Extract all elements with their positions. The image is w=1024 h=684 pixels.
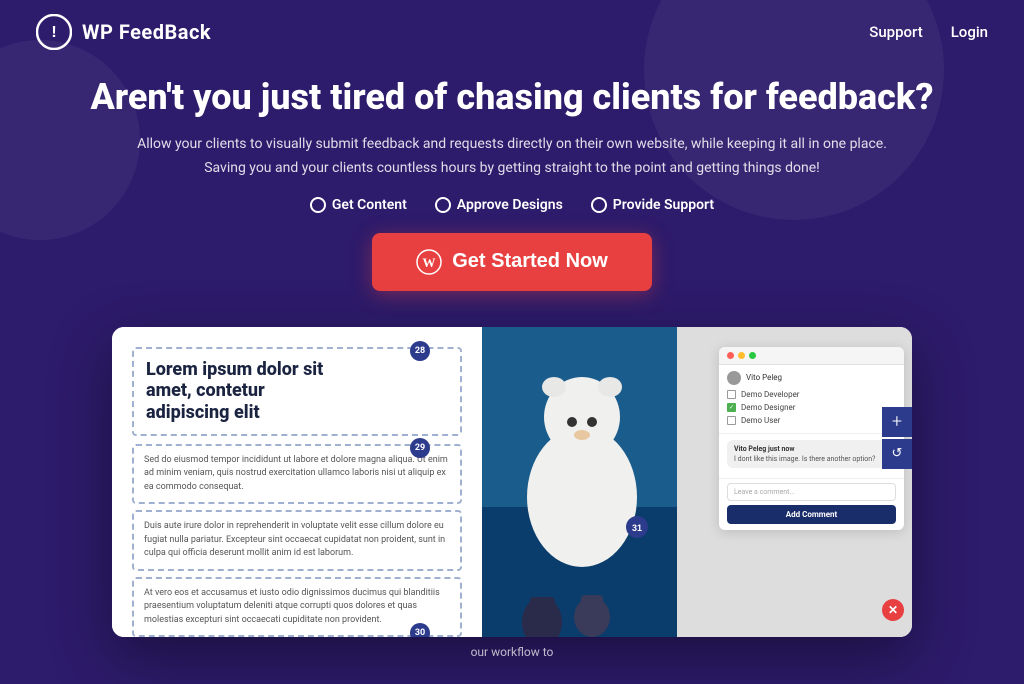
comment-input-mock[interactable]: Leave a comment... — [727, 483, 896, 501]
logo-icon: ! — [36, 14, 72, 50]
feature-pills: Get Content Approve Designs Provide Supp… — [60, 197, 964, 213]
comment-input-area: Leave a comment... Add Comment — [719, 479, 904, 530]
mockup-text-block-2: Duis aute irure dolor in reprehenderit i… — [132, 510, 462, 571]
logo-text: WP FeedBack — [82, 20, 211, 44]
comment-user-section: Vito Peleg Demo Developer Demo Designer … — [719, 365, 904, 434]
mockup-right: 31 Vito Peleg De — [482, 327, 912, 637]
pill-provide-support: Provide Support — [591, 197, 714, 213]
comment-current-user-row: Vito Peleg — [727, 371, 896, 385]
support-link[interactable]: Support — [869, 23, 922, 41]
svg-text:W: W — [423, 255, 436, 270]
close-button[interactable]: ✕ — [882, 599, 904, 621]
pill-circle-2 — [435, 197, 451, 213]
comment-panel: Vito Peleg Demo Developer Demo Designer … — [719, 347, 904, 530]
user-developer: Demo Developer — [741, 390, 800, 399]
dot-green — [749, 352, 756, 359]
logo-area: ! WP FeedBack — [36, 14, 211, 50]
preview-card: Lorem ipsum dolor sitamet, con­teturadip… — [112, 327, 912, 637]
user-avatar — [727, 371, 741, 385]
annotation-badge-30: 30 — [410, 623, 430, 637]
checkbox-user[interactable] — [727, 416, 736, 425]
user-list-item-3[interactable]: Demo User — [727, 414, 896, 427]
mockup-headline-box: Lorem ipsum dolor sitamet, con­teturadip… — [132, 347, 462, 436]
checkbox-developer[interactable] — [727, 390, 736, 399]
comment-bubble: Vito Peleg just now I dont like this ima… — [727, 440, 896, 468]
svg-text:!: ! — [51, 24, 56, 41]
current-user-name: Vito Peleg — [746, 373, 782, 382]
comment-author: Vito Peleg just now — [734, 445, 889, 453]
hero-subtext-1: Allow your clients to visually submit fe… — [122, 133, 902, 181]
dot-red — [727, 352, 734, 359]
user-list-item-2[interactable]: Demo Designer — [727, 401, 896, 414]
mockup-text-3: At vero eos et accusamus et iusto odio d… — [144, 587, 450, 628]
preview-section: Lorem ipsum dolor sitamet, con­teturadip… — [0, 311, 1024, 637]
pill-approve-designs: Approve Designs — [435, 197, 563, 213]
plus-button[interactable]: + — [882, 407, 912, 437]
hero-headline: Aren't you just tired of chasing clients… — [60, 76, 964, 119]
svg-text:31: 31 — [632, 523, 642, 533]
cta-button[interactable]: W Get Started Now — [372, 233, 652, 291]
side-panel-buttons: + ↺ — [882, 407, 912, 469]
mockup-text-block-3: At vero eos et accusamus et iusto odio d… — [132, 577, 462, 637]
mockup-text-1: Sed do eiusmod tempor incididunt ut labo… — [144, 454, 450, 495]
mockup-text-2: Duis aute irure dolor in reprehenderit i… — [144, 520, 450, 561]
user-demouser: Demo User — [741, 416, 780, 425]
checkbox-designer[interactable] — [727, 403, 736, 412]
pill-get-content: Get Content — [310, 197, 407, 213]
header: ! WP FeedBack Support Login — [0, 0, 1024, 64]
mockup-left: Lorem ipsum dolor sitamet, con­teturadip… — [112, 327, 482, 637]
comment-text: I dont like this image. Is there another… — [734, 455, 889, 463]
comment-message-area: Vito Peleg just now I dont like this ima… — [719, 434, 904, 479]
user-designer: Demo Designer — [741, 403, 795, 412]
annotation-badge-28: 28 — [410, 341, 430, 361]
mockup-text-block-1: Sed do eiusmod tempor incididunt ut labo… — [132, 444, 462, 505]
dot-yellow — [738, 352, 745, 359]
polar-bear-image: 31 — [482, 327, 677, 637]
redo-button[interactable]: ↺ — [882, 439, 912, 469]
mockup-headline: Lorem ipsum dolor sitamet, con­teturadip… — [146, 359, 448, 424]
annotation-badge-29: 29 — [410, 438, 430, 458]
login-link[interactable]: Login — [951, 23, 988, 41]
nav-links: Support Login — [869, 23, 988, 41]
hero-section: Aren't you just tired of chasing clients… — [0, 64, 1024, 311]
comment-panel-header — [719, 347, 904, 365]
pill-circle-3 — [591, 197, 607, 213]
add-comment-button[interactable]: Add Comment — [727, 505, 896, 524]
bottom-hint: our workflow to — [0, 637, 1024, 667]
wordpress-icon: W — [416, 249, 442, 275]
user-list-item-1[interactable]: Demo Developer — [727, 388, 896, 401]
pill-circle-1 — [310, 197, 326, 213]
